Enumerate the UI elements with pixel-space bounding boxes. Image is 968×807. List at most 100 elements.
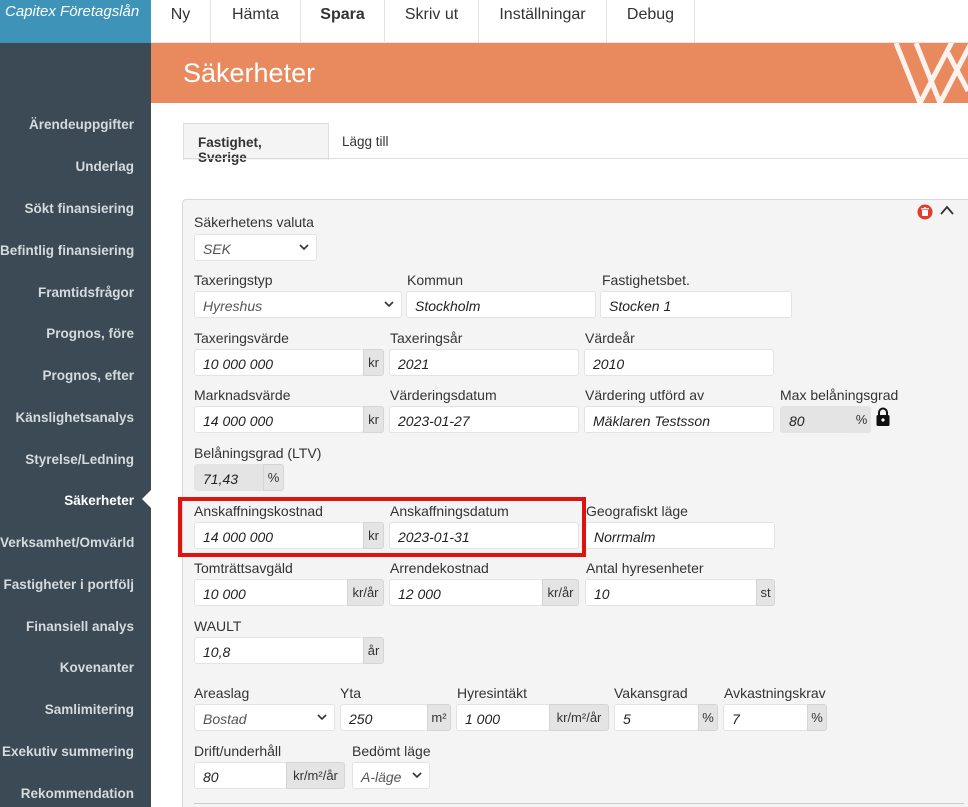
hyresintakt-input[interactable]: 1 000 (456, 704, 550, 731)
kommun-label: Kommun (407, 272, 464, 288)
sidebar-item-fastigheter-i-portfolj[interactable]: Fastigheter i portfölj (0, 577, 134, 592)
chevron-down-icon (412, 772, 422, 779)
arrendekostnad-input[interactable]: 12 000 (389, 579, 543, 606)
antal-hyresenheter-unit: st (756, 579, 775, 606)
sidebar-item-sokt-finansiering[interactable]: Sökt finansiering (0, 201, 134, 216)
areaslag-select[interactable]: Bostad (194, 704, 335, 731)
vardear-label: Värdeår (585, 330, 635, 346)
marknadsvarde-input[interactable]: 14 000 000 (194, 406, 364, 433)
drift-underhall-input[interactable]: 80 (194, 762, 287, 789)
max-belaningsgrad-input: 80 (780, 406, 855, 433)
taxeringsvarde-unit: kr (363, 349, 384, 376)
belaningsgrad-unit: % (263, 464, 284, 491)
sidebar-item-samlimitering[interactable]: Samlimitering (0, 702, 134, 717)
max-belaningsgrad-label: Max belåningsgrad (780, 387, 899, 403)
hyresintakt-unit: kr/m²/år (549, 704, 609, 731)
lock-icon[interactable] (875, 407, 891, 427)
menu-debug[interactable]: Debug (607, 0, 695, 42)
sidebar-item-prognos-fore[interactable]: Prognos, före (0, 326, 134, 341)
tomtrattsavgald-input[interactable]: 10 000 (194, 579, 348, 606)
tab-lagg-till[interactable]: Lägg till (328, 123, 403, 159)
page-header: Säkerheter (151, 43, 968, 103)
sidebar-item-framtidsfragor[interactable]: Framtidsfrågor (0, 285, 134, 300)
currency-select[interactable]: SEK (194, 234, 317, 261)
trash-icon[interactable] (917, 204, 933, 220)
highlight-box (178, 497, 586, 557)
header-decoration (893, 43, 968, 103)
menu-spara[interactable]: Spara (301, 0, 385, 42)
tomtrattsavgald-label: Tomträttsavgäld (194, 560, 293, 576)
geografiskt-lage-input[interactable]: Norrmalm (585, 522, 775, 549)
menu-skriv-ut[interactable]: Skriv ut (385, 0, 479, 42)
taxeringsar-input[interactable]: 2021 (389, 349, 579, 376)
vakansgrad-input[interactable]: 5 (614, 704, 699, 731)
taxeringsar-label: Taxeringsår (390, 330, 463, 346)
active-indicator (142, 490, 151, 508)
chevron-down-icon (299, 244, 309, 251)
avkastningskrav-unit: % (807, 704, 827, 731)
sidebar-item-finansiell-analys[interactable]: Finansiell analys (0, 619, 134, 634)
sidebar-item-rekommendation[interactable]: Rekommendation (0, 786, 134, 801)
sidebar-item-underlag[interactable]: Underlag (0, 159, 134, 174)
sidebar-item-exekutiv-summering[interactable]: Exekutiv summering (0, 744, 134, 759)
panel-divider (194, 803, 964, 804)
taxeringsvarde-input[interactable]: 10 000 000 (194, 349, 364, 376)
varderingsdatum-input[interactable]: 2023-01-27 (389, 406, 579, 433)
fastighetsbet-input[interactable]: Stocken 1 (600, 291, 792, 318)
max-belaningsgrad-unit: % (852, 406, 871, 433)
sidebar-item-sakerheter[interactable]: Säkerheter (0, 493, 134, 508)
arrendekostnad-label: Arrendekostnad (390, 560, 489, 576)
hyresintakt-label: Hyresintäkt (457, 685, 528, 701)
taxeringstyp-select[interactable]: Hyreshus (194, 291, 402, 318)
sidebar-item-verksamhet-omvarld[interactable]: Verksamhet/Omvärld (0, 535, 134, 550)
belaningsgrad-label: Belåningsgrad (LTV) (194, 445, 322, 461)
chevron-up-icon[interactable] (939, 203, 955, 217)
app-title[interactable]: Capitex Företagslån (0, 0, 151, 43)
belaningsgrad-input: 71,43 (194, 464, 264, 491)
drift-underhall-unit: kr/m²/år (286, 762, 345, 789)
vardear-input[interactable]: 2010 (584, 349, 774, 376)
wault-label: WAULT (194, 618, 242, 634)
tab-divider (183, 158, 968, 159)
sidebar-item-styrelse-ledning[interactable]: Styrelse/Ledning (0, 452, 134, 467)
currency-value: SEK (203, 241, 232, 257)
sidebar-item-kanslighetsanalys[interactable]: Känslighetsanalys (0, 410, 134, 425)
currency-label: Säkerhetens valuta (194, 214, 314, 230)
sidebar-item-befintlig-finansiering[interactable]: Befintlig finansiering (0, 243, 134, 258)
sidebar-item-arendeuppgifter[interactable]: Ärendeuppgifter (0, 117, 134, 132)
sidebar-item-kovenanter[interactable]: Kovenanter (0, 660, 134, 675)
marknadsvarde-unit: kr (363, 406, 384, 433)
avkastningskrav-label: Avkastningskrav (724, 685, 826, 701)
bedomt-lage-label: Bedömt läge (352, 743, 431, 759)
kommun-input[interactable]: Stockholm (406, 291, 596, 318)
wault-unit: år (363, 637, 384, 664)
bedomt-lage-value: A-läge (361, 769, 402, 785)
tomtrattsavgald-unit: kr/år (347, 579, 384, 606)
geografiskt-lage-label: Geografiskt läge (586, 503, 688, 519)
arrendekostnad-unit: kr/år (542, 579, 579, 606)
menu-ny[interactable]: Ny (151, 0, 211, 42)
avkastningskrav-input[interactable]: 7 (723, 704, 808, 731)
drift-underhall-label: Drift/underhåll (194, 743, 282, 759)
sidebar-item-prognos-efter[interactable]: Prognos, efter (0, 368, 134, 383)
vardering-utford-av-label: Värdering utförd av (585, 387, 705, 403)
menu-installningar[interactable]: Inställningar (479, 0, 607, 42)
yta-input[interactable]: 250 (340, 704, 428, 731)
sidebar: Capitex Företagslån Ärendeuppgifter Unde… (0, 0, 151, 807)
page-title: Säkerheter (183, 58, 316, 88)
antal-hyresenheter-label: Antal hyresenheter (586, 560, 704, 576)
top-menu: Ny Hämta Spara Skriv ut Inställningar De… (151, 0, 968, 43)
yta-unit: m² (427, 704, 451, 731)
menu-hamta[interactable]: Hämta (211, 0, 301, 42)
yta-label: Yta (340, 685, 362, 701)
taxeringsvarde-label: Taxeringsvärde (194, 330, 289, 346)
chevron-down-icon (384, 301, 394, 308)
marknadsvarde-label: Marknadsvärde (194, 387, 291, 403)
vakansgrad-label: Vakansgrad (614, 685, 688, 701)
wault-input[interactable]: 10,8 (194, 637, 364, 664)
antal-hyresenheter-input[interactable]: 10 (585, 579, 757, 606)
bedomt-lage-select[interactable]: A-läge (352, 762, 430, 789)
vardering-utford-av-input[interactable]: Mäklaren Testsson (584, 406, 774, 433)
taxeringstyp-label: Taxeringstyp (194, 272, 273, 288)
tab-fastighet-sverige[interactable]: Fastighet, Sverige (183, 123, 329, 165)
